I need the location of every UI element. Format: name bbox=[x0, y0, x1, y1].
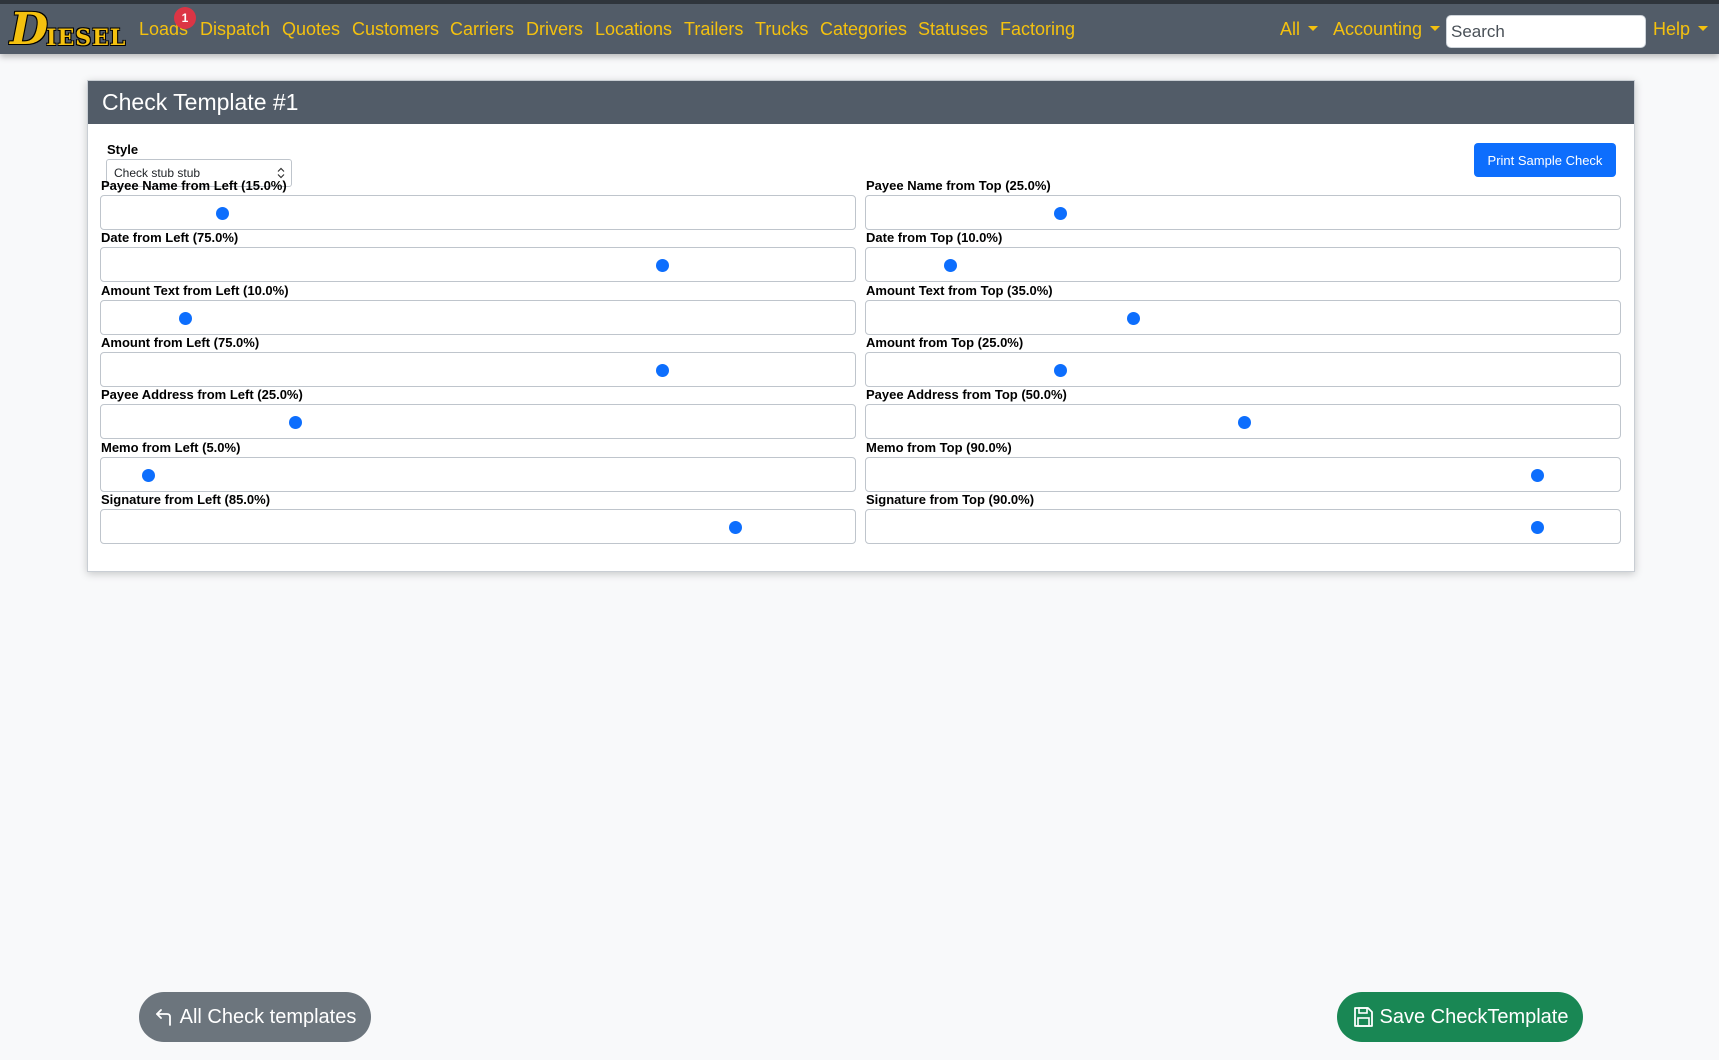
nav-dispatch[interactable]: Dispatch bbox=[200, 19, 270, 40]
field-label-top: Date from Top (10.0%) bbox=[866, 230, 1003, 246]
field-label-top: Payee Name from Top (25.0%) bbox=[866, 178, 1051, 193]
position-slider-left[interactable] bbox=[100, 351, 856, 387]
field-label-top: Amount Text from Top (35.0%) bbox=[866, 282, 1053, 298]
position-slider-top[interactable] bbox=[865, 508, 1621, 544]
slider-thumb[interactable] bbox=[656, 363, 669, 377]
nav-drivers[interactable]: Drivers bbox=[526, 19, 583, 40]
slider-thumb[interactable] bbox=[1531, 468, 1545, 482]
position-slider-top[interactable] bbox=[865, 456, 1621, 492]
print-sample-check-button[interactable]: Print Sample Check bbox=[1474, 143, 1616, 177]
floppy-disk-icon bbox=[1353, 1007, 1373, 1027]
back-button-label: All Check templates bbox=[179, 1005, 357, 1028]
slider-thumb[interactable] bbox=[215, 207, 229, 220]
nav-carriers[interactable]: Carriers bbox=[450, 19, 514, 40]
return-arrow-icon bbox=[155, 1009, 171, 1026]
nav-accounting-label: Accounting bbox=[1333, 19, 1423, 39]
position-slider-left[interactable] bbox=[100, 299, 856, 335]
field-label-top: Amount from Top (25.0%) bbox=[866, 334, 1024, 350]
position-slider-left[interactable] bbox=[100, 456, 856, 492]
position-slider-left[interactable] bbox=[100, 508, 856, 544]
nav-accounting-dropdown[interactable]: Accounting bbox=[1333, 19, 1441, 40]
field-label-left: Amount from Left (75.0%) bbox=[101, 334, 260, 350]
field-label-left: Payee Name from Left (15.0%) bbox=[101, 178, 287, 193]
nav-categories[interactable]: Categories bbox=[820, 19, 907, 40]
position-slider-top[interactable] bbox=[865, 247, 1621, 283]
loads-count-badge: 1 bbox=[174, 7, 196, 29]
field-label-left: Payee Address from Left (25.0%) bbox=[101, 387, 303, 403]
slider-thumb[interactable] bbox=[1054, 207, 1067, 220]
nav-factoring[interactable]: Factoring bbox=[1000, 19, 1075, 40]
position-slider-left[interactable] bbox=[100, 195, 856, 230]
nav-help-label: Help bbox=[1653, 19, 1691, 39]
slider-thumb[interactable] bbox=[943, 259, 957, 273]
field-label-left: Date from Left (75.0%) bbox=[101, 230, 239, 246]
nav-customers[interactable]: Customers bbox=[352, 19, 439, 40]
top-navbar: D IESEL Loads 1 Dispatch Quotes Customers… bbox=[0, 0, 1719, 54]
slider-thumb[interactable] bbox=[1237, 416, 1251, 430]
position-slider-left[interactable] bbox=[100, 247, 856, 283]
check-template-card: Check Template #1 Style Check stub stub … bbox=[87, 80, 1635, 572]
slider-thumb[interactable] bbox=[656, 259, 669, 273]
position-slider-top[interactable] bbox=[865, 404, 1621, 440]
logo-rest: IESEL bbox=[46, 25, 127, 51]
save-button-label: Save CheckTemplate bbox=[1379, 1005, 1569, 1028]
nav-quotes[interactable]: Quotes bbox=[282, 19, 340, 40]
slider-thumb[interactable] bbox=[142, 468, 156, 482]
caret-down-icon bbox=[1308, 25, 1319, 31]
slider-thumb[interactable] bbox=[729, 520, 743, 534]
style-label: Style bbox=[107, 142, 139, 157]
position-slider-top[interactable] bbox=[865, 299, 1621, 335]
nav-trucks[interactable]: Trucks bbox=[755, 19, 808, 40]
card-title: Check Template #1 bbox=[88, 81, 1634, 124]
slider-thumb[interactable] bbox=[289, 416, 302, 430]
field-label-left: Amount Text from Left (10.0%) bbox=[101, 282, 289, 298]
search-input[interactable] bbox=[1446, 15, 1646, 48]
nav-locations[interactable]: Locations bbox=[595, 19, 672, 40]
logo-initial: D bbox=[10, 4, 49, 55]
field-label-top: Signature from Top (90.0%) bbox=[866, 491, 1035, 507]
slider-thumb[interactable] bbox=[1531, 520, 1545, 534]
caret-down-icon bbox=[1430, 25, 1441, 31]
field-label-left: Signature from Left (85.0%) bbox=[101, 491, 271, 507]
save-check-template-button[interactable]: Save CheckTemplate bbox=[1337, 992, 1583, 1042]
nav-help-dropdown[interactable]: Help bbox=[1653, 19, 1709, 40]
all-check-templates-button[interactable]: All Check templates bbox=[139, 992, 371, 1042]
position-slider-top[interactable] bbox=[865, 351, 1621, 387]
nav-trailers[interactable]: Trailers bbox=[684, 19, 743, 40]
nav-all-dropdown[interactable]: All bbox=[1280, 19, 1319, 40]
nav-all-label: All bbox=[1280, 19, 1301, 39]
slider-thumb[interactable] bbox=[1054, 363, 1067, 377]
position-slider-left[interactable] bbox=[100, 404, 856, 440]
caret-down-icon bbox=[1698, 25, 1709, 31]
nav-statuses[interactable]: Statuses bbox=[918, 19, 988, 40]
field-label-left: Memo from Left (5.0%) bbox=[101, 439, 241, 455]
field-label-top: Memo from Top (90.0%) bbox=[866, 439, 1012, 455]
slider-thumb[interactable] bbox=[178, 311, 192, 325]
position-slider-top[interactable] bbox=[865, 195, 1621, 230]
field-label-top: Payee Address from Top (50.0%) bbox=[866, 387, 1067, 403]
slider-thumb[interactable] bbox=[1127, 311, 1141, 325]
diesel-logo[interactable]: D IESEL bbox=[10, 4, 125, 55]
